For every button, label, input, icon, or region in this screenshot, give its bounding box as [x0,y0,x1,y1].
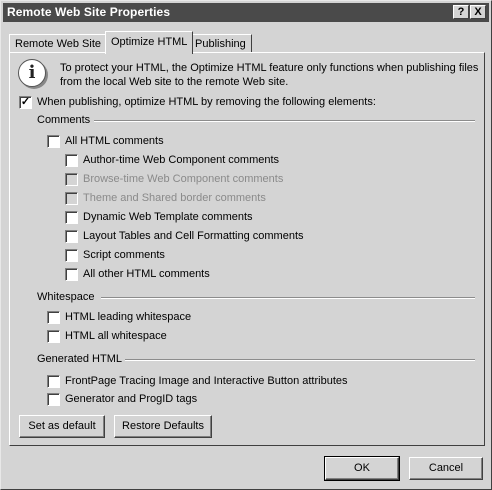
tab-remote-web-site[interactable]: Remote Web Site [9,34,108,53]
master-optimize-checkbox[interactable]: ✓ [19,96,32,109]
script-comments-label: Script comments [83,249,165,261]
master-optimize-label: When publishing, optimize HTML by removi… [37,96,376,108]
all-html-comments-label: All HTML comments [65,135,164,147]
comments-heading: Comments [37,114,91,126]
all-html-comments-checkbox[interactable] [47,135,60,148]
all-other-comments-checkbox[interactable] [65,268,78,281]
leading-whitespace-label: HTML leading whitespace [65,311,192,323]
browse-time-comments-label: Browse-time Web Component comments [83,173,284,185]
frontpage-tracing-checkbox[interactable] [47,375,60,388]
generator-progid-checkbox[interactable] [47,393,60,406]
dynamic-web-template-comments-checkbox[interactable] [65,211,78,224]
script-comments-checkbox[interactable] [65,249,78,262]
all-other-comments-label: All other HTML comments [83,268,210,280]
theme-shared-border-comments-label: Theme and Shared border comments [83,192,266,204]
tab-publishing[interactable]: Publishing [189,34,252,53]
browse-time-comments-checkbox [65,173,78,186]
generated-html-divider [125,359,475,361]
dynamic-web-template-comments-label: Dynamic Web Template comments [83,211,253,223]
theme-shared-border-comments-checkbox [65,192,78,205]
cancel-button[interactable]: Cancel [409,457,483,480]
whitespace-divider [101,297,475,299]
title-bar: Remote Web Site Properties ? X [3,3,489,22]
info-icon: i [18,59,46,87]
close-button[interactable]: X [470,5,486,19]
tab-strip: Remote Web Site Optimize HTML Publishing [9,31,485,54]
generated-html-heading: Generated HTML [37,353,122,365]
set-as-default-button[interactable]: Set as default [19,415,105,438]
ok-button[interactable]: OK [324,456,400,481]
help-button[interactable]: ? [453,5,469,19]
info-glyph: i [28,62,36,83]
whitespace-heading: Whitespace [37,291,95,303]
author-time-comments-label: Author-time Web Component comments [83,154,280,166]
restore-defaults-button[interactable]: Restore Defaults [114,415,212,438]
all-whitespace-label: HTML all whitespace [65,330,167,342]
all-whitespace-checkbox[interactable] [47,330,60,343]
info-message: To protect your HTML, the Optimize HTML … [60,62,479,88]
layout-tables-comments-checkbox[interactable] [65,230,78,243]
tab-panel-optimize-html: i To protect your HTML, the Optimize HTM… [9,52,485,446]
generator-progid-label: Generator and ProgID tags [65,393,198,405]
window-title: Remote Web Site Properties [7,5,171,19]
author-time-comments-checkbox[interactable] [65,154,78,167]
comments-divider [94,120,475,122]
frontpage-tracing-label: FrontPage Tracing Image and Interactive … [65,375,348,387]
dialog-window: Remote Web Site Properties ? X Remote We… [0,0,492,490]
leading-whitespace-checkbox[interactable] [47,311,60,324]
tab-optimize-html[interactable]: Optimize HTML [105,31,194,54]
layout-tables-comments-label: Layout Tables and Cell Formatting commen… [83,230,304,242]
